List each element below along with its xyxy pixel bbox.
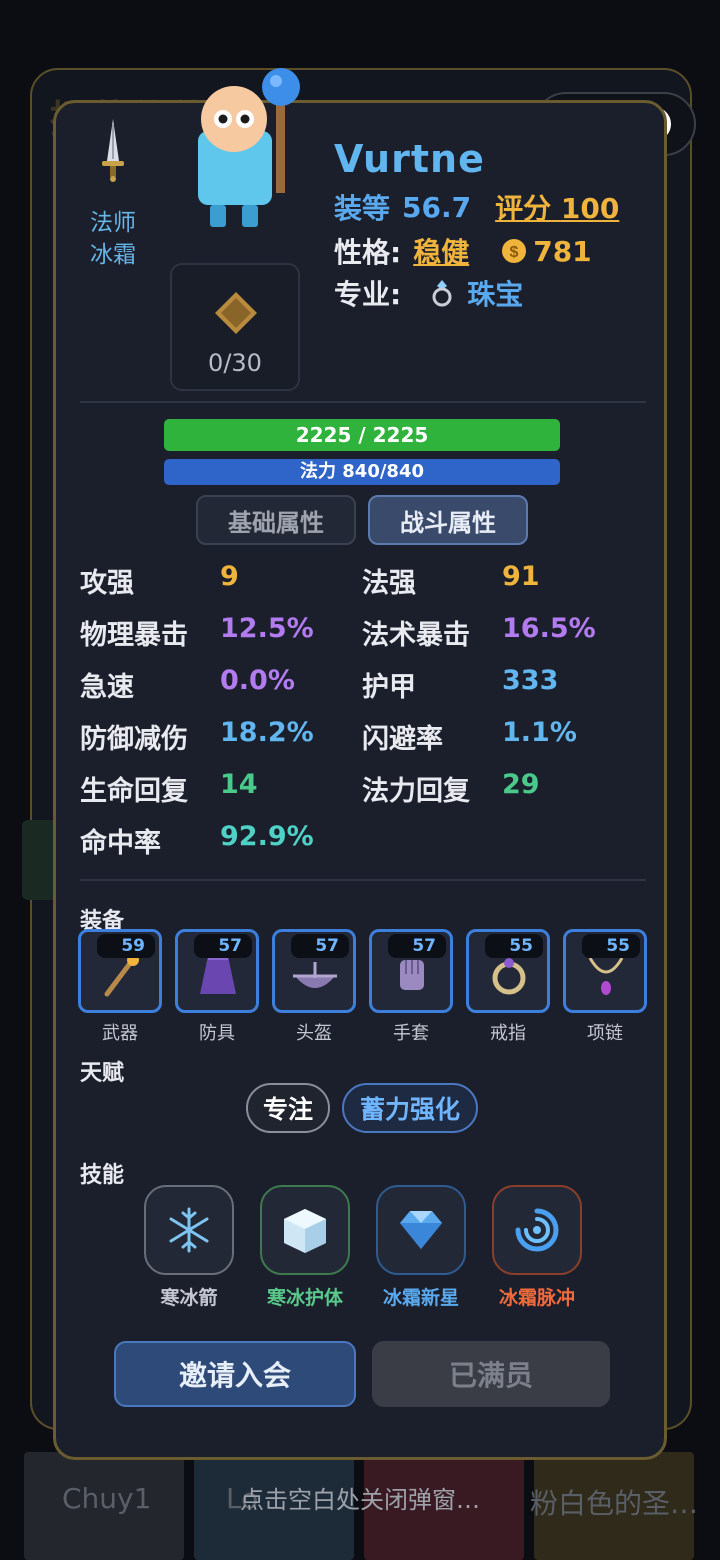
talents-title: 天赋 bbox=[80, 1061, 125, 1086]
rating-label: 评分 bbox=[495, 192, 552, 225]
equip-slot-label: 手套 bbox=[393, 1023, 429, 1044]
skills-title: 技能 bbox=[80, 1163, 125, 1188]
stat-value: 18.2% bbox=[220, 717, 314, 748]
equip-level: 57 bbox=[194, 934, 252, 958]
stat-label: 急速 bbox=[80, 672, 134, 703]
equip-level: 59 bbox=[97, 934, 155, 958]
divider bbox=[80, 879, 646, 881]
profession-row: 专业: 珠宝 bbox=[334, 273, 523, 313]
equip-slot-armor[interactable]: 57 bbox=[175, 929, 259, 1013]
talent-pill[interactable]: 专注 bbox=[246, 1083, 330, 1133]
stat-label: 护甲 bbox=[362, 672, 416, 703]
stat-value: 12.5% bbox=[220, 613, 314, 644]
personality-row: 性格: 稳健 $ 781 bbox=[334, 231, 592, 271]
equip-slot-necklace[interactable]: 55 bbox=[563, 929, 647, 1013]
equip-slot-weapon[interactable]: 59 bbox=[78, 929, 162, 1013]
stat-label: 生命回复 bbox=[80, 776, 188, 807]
vortex-icon bbox=[515, 1208, 559, 1252]
equip-level: 57 bbox=[291, 934, 349, 958]
stat-value: 29 bbox=[502, 769, 540, 800]
gear-score-value: 56.7 bbox=[402, 190, 472, 224]
rating-value: 100 bbox=[560, 192, 620, 225]
spec-name: 冰霜 bbox=[90, 242, 136, 268]
personality-label: 性格: bbox=[334, 236, 402, 269]
tab-basic-attributes[interactable]: 基础属性 bbox=[196, 495, 356, 545]
full-button[interactable]: 已满员 bbox=[372, 1341, 610, 1407]
stat-value: 91 bbox=[502, 561, 540, 592]
fragment-box[interactable]: 0/30 bbox=[170, 263, 300, 391]
ice-block-icon bbox=[284, 1209, 326, 1253]
skill-label: 冰霜脉冲 bbox=[498, 1287, 575, 1309]
stat-value: 16.5% bbox=[502, 613, 596, 644]
skill-slot[interactable] bbox=[376, 1185, 466, 1275]
fragment-icon bbox=[215, 292, 257, 334]
talent-pill[interactable]: 蓄力强化 bbox=[342, 1083, 478, 1133]
score-row: 装等 56.7 评分 100 bbox=[334, 187, 619, 227]
stat-value: 1.1% bbox=[502, 717, 577, 748]
hp-bar: 2225 / 2225 bbox=[164, 419, 560, 451]
diamond-icon bbox=[400, 1211, 442, 1249]
equip-slot-label: 头盔 bbox=[296, 1023, 332, 1044]
equip-slot-gloves[interactable]: 57 bbox=[369, 929, 453, 1013]
class-label: 法师 冰霜 bbox=[90, 207, 136, 271]
stat-value: 0.0% bbox=[220, 665, 295, 696]
character-detail-modal: 法师 冰霜 0/30 Vurtne 装等 56.7 评分 100 性格: 稳健 … bbox=[53, 68, 667, 1460]
profession-value: 珠宝 bbox=[467, 278, 524, 311]
mana-bar: 法力 840/840 bbox=[164, 459, 560, 485]
tab-combat-attributes[interactable]: 战斗属性 bbox=[368, 495, 528, 545]
equip-slot-label: 武器 bbox=[102, 1023, 138, 1044]
invite-button[interactable]: 邀请入会 bbox=[114, 1341, 356, 1407]
gold-amount: $ 781 bbox=[501, 234, 592, 268]
dagger-icon bbox=[102, 119, 124, 182]
equip-level: 55 bbox=[582, 934, 640, 958]
mana-text: 法力 840/840 bbox=[300, 461, 424, 482]
stat-label: 攻强 bbox=[80, 568, 134, 599]
equip-level: 57 bbox=[388, 934, 446, 958]
skill-label: 寒冰箭 bbox=[160, 1287, 218, 1309]
class-name: 法师 bbox=[90, 210, 136, 236]
gear-score-label: 装等 bbox=[334, 192, 391, 225]
stat-label: 闪避率 bbox=[362, 724, 443, 755]
mage-avatar bbox=[198, 68, 300, 227]
close-hint: 点击空白处关闭弹窗… bbox=[240, 1486, 480, 1514]
stat-value: 333 bbox=[502, 665, 559, 696]
skill-slot[interactable] bbox=[144, 1185, 234, 1275]
stat-label: 法力回复 bbox=[362, 776, 470, 807]
fragment-count: 0/30 bbox=[208, 349, 262, 377]
rating-link[interactable]: 评分 100 bbox=[495, 187, 619, 227]
equip-slot-label: 戒指 bbox=[490, 1023, 526, 1044]
divider bbox=[80, 401, 646, 403]
equip-slot-ring[interactable]: 55 bbox=[466, 929, 550, 1013]
skill-label: 寒冰护体 bbox=[266, 1287, 343, 1309]
stat-value: 92.9% bbox=[220, 821, 314, 852]
character-name: Vurtne bbox=[334, 137, 485, 181]
gold-value: 781 bbox=[533, 234, 592, 268]
stat-label: 命中率 bbox=[80, 828, 161, 859]
svg-text:$: $ bbox=[510, 244, 519, 261]
skill-slot[interactable] bbox=[492, 1185, 582, 1275]
profession-label: 专业: bbox=[334, 278, 402, 311]
snowflake-icon bbox=[169, 1207, 209, 1253]
stat-label: 法强 bbox=[362, 568, 416, 599]
skill-label: 冰霜新星 bbox=[382, 1287, 459, 1309]
ring-gem-icon bbox=[432, 280, 452, 307]
personality-value[interactable]: 稳健 bbox=[413, 231, 469, 271]
skill-slot[interactable] bbox=[260, 1185, 350, 1275]
equip-level: 55 bbox=[485, 934, 543, 958]
equip-slot-label: 项链 bbox=[587, 1023, 623, 1044]
equip-slot-helmet[interactable]: 57 bbox=[272, 929, 356, 1013]
stat-value: 14 bbox=[220, 769, 258, 800]
stat-label: 法术暴击 bbox=[362, 620, 470, 651]
coin-icon: $ bbox=[502, 239, 527, 263]
equip-slot-label: 防具 bbox=[199, 1023, 235, 1044]
stat-label: 防御减伤 bbox=[80, 724, 188, 755]
stat-label: 物理暴击 bbox=[80, 620, 188, 651]
hp-text: 2225 / 2225 bbox=[295, 423, 429, 447]
stat-value: 9 bbox=[220, 561, 239, 592]
